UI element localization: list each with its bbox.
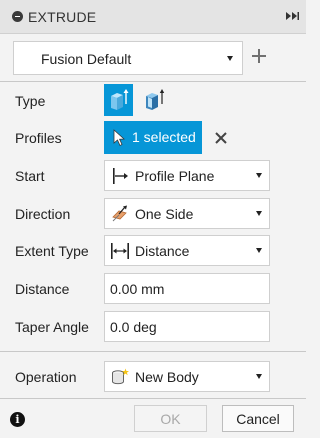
start-value: Profile Plane: [135, 168, 215, 184]
dialog-header: EXTRUDE: [0, 0, 306, 34]
taper-angle-input[interactable]: [104, 311, 270, 342]
start-label: Start: [15, 168, 45, 184]
new-body-icon: [112, 368, 129, 385]
distance-label: Distance: [15, 281, 70, 297]
direction-value: One Side: [135, 206, 194, 222]
clear-selection-icon[interactable]: [213, 130, 229, 146]
chevron-down-icon: [256, 374, 262, 379]
cancel-button[interactable]: Cancel: [222, 405, 294, 432]
type-label: Type: [15, 93, 46, 109]
chevron-down-icon: [256, 211, 262, 216]
preset-dropdown[interactable]: Fusion Default: [13, 41, 243, 75]
taper-angle-label: Taper Angle: [15, 319, 89, 335]
distance-input[interactable]: [104, 273, 270, 304]
preset-dropdown-value: Fusion Default: [41, 51, 132, 67]
direction-label: Direction: [15, 206, 71, 222]
type-solid-button[interactable]: [104, 84, 133, 116]
extent-type-dropdown[interactable]: Distance: [104, 235, 270, 266]
distance-icon: [111, 243, 129, 259]
operation-label: Operation: [15, 369, 77, 385]
extent-type-value: Distance: [135, 243, 190, 259]
one-side-icon: [112, 205, 127, 222]
profiles-selected-count: 1 selected: [132, 129, 196, 145]
direction-dropdown[interactable]: One Side: [104, 198, 270, 229]
preset-row: Fusion Default: [0, 34, 306, 82]
chevron-down-icon: [256, 248, 262, 253]
section-divider: [0, 351, 306, 352]
dialog-footer: i OK Cancel: [0, 399, 306, 438]
chevron-down-icon: [227, 56, 233, 61]
operation-value: New Body: [135, 369, 199, 385]
expand-panel-icon[interactable]: [286, 11, 300, 21]
ok-button[interactable]: OK: [134, 405, 207, 432]
info-icon[interactable]: i: [10, 412, 25, 427]
thin-extrude-icon: [146, 89, 165, 110]
type-thin-button[interactable]: [141, 84, 170, 116]
extent-type-label: Extent Type: [15, 243, 89, 259]
dialog-title: EXTRUDE: [28, 9, 97, 25]
add-preset-button[interactable]: [250, 47, 268, 65]
start-dropdown[interactable]: Profile Plane: [104, 160, 270, 191]
solid-extrude-icon: [111, 89, 129, 110]
collapse-icon[interactable]: [12, 11, 23, 22]
profiles-label: Profiles: [15, 130, 62, 146]
operation-dropdown[interactable]: New Body: [104, 361, 270, 392]
cursor-arrow-icon: [113, 129, 125, 147]
chevron-down-icon: [256, 173, 262, 178]
profile-plane-icon: [113, 168, 128, 184]
profiles-select-button[interactable]: 1 selected: [104, 121, 202, 154]
